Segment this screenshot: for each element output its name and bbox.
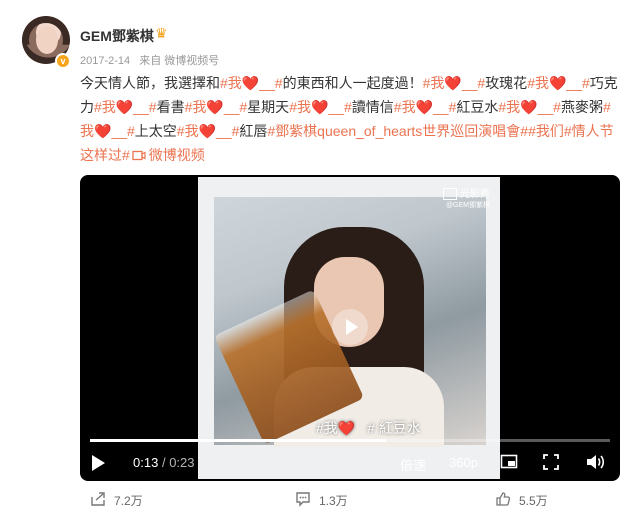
center-play-icon[interactable]: [332, 309, 368, 345]
progress-bar[interactable]: [90, 439, 610, 442]
brand-logo-icon: [443, 188, 457, 201]
like-count: 5.5万: [519, 494, 548, 508]
quality-button[interactable]: 360p: [449, 455, 478, 470]
hashtag-me-rose[interactable]: #我❤️__#: [423, 75, 486, 91]
video-link[interactable]: 微博视频: [130, 147, 205, 163]
username[interactable]: GEM鄧紫棋: [80, 26, 154, 46]
post-date[interactable]: 2017-2-14: [80, 55, 130, 67]
time-display: 0:13 / 0:23: [133, 455, 195, 470]
text-rose: 玫瑰花: [485, 75, 528, 91]
text-sunday: 星期天: [247, 99, 290, 115]
hashtag-me-lips[interactable]: #我❤️__#: [177, 123, 240, 139]
comment-count: 1.3万: [319, 494, 348, 508]
hashtag-me-oats[interactable]: #我❤️__#: [498, 99, 561, 115]
text-redbean: 紅豆水: [456, 99, 499, 115]
hashtag-tour[interactable]: #鄧紫棋queen_of_hearts世界巡回演唱會#: [267, 123, 528, 139]
hashtag-me-book[interactable]: #我❤️__#: [94, 99, 157, 115]
video-player[interactable]: 光影秀 @GEM鄧紫棋 #我❤️ # 紅豆水 0:13 / 0:23 倍速 36…: [80, 175, 620, 481]
text-space: 上太空: [134, 123, 177, 139]
post-meta: 2017-2-14 来自 微博视频号: [80, 52, 225, 68]
text-book: 看書: [156, 99, 185, 115]
brand-handle: @GEM鄧紫棋: [445, 202, 490, 210]
text-oats: 燕麥粥: [560, 99, 603, 115]
video-controls: 0:13 / 0:23 倍速 360p: [80, 447, 620, 481]
progress-fill: [90, 439, 387, 442]
video-caption: #我❤️ # 紅豆水: [316, 420, 421, 436]
crown-icon: ♛: [155, 25, 168, 41]
post-source[interactable]: 来自 微博视频号: [139, 55, 219, 67]
repost-icon: [91, 492, 105, 506]
play-icon[interactable]: [92, 455, 105, 471]
time-separator: /: [161, 455, 166, 470]
speed-button[interactable]: 倍速: [400, 455, 426, 474]
hashtag-me-blank[interactable]: #我❤️__#: [220, 75, 283, 91]
post-actions: 7.2万 1.3万 5.5万: [0, 489, 639, 511]
volume-icon[interactable]: [585, 453, 605, 471]
video-watermark: 光影秀 @GEM鄧紫棋: [443, 185, 490, 210]
repost-count: 7.2万: [114, 494, 143, 508]
text-letter: 讀情信: [351, 99, 394, 115]
duration: 0:23: [169, 455, 195, 470]
post-text: 今天情人節，我選擇和#我❤️__#的東西和人一起度過！#我❤️__#玫瑰花#我❤…: [80, 71, 620, 167]
text-intro: 今天情人節，我選擇和: [80, 75, 220, 91]
pip-icon[interactable]: [500, 453, 518, 471]
text-things: 的東西和人一起度過！: [282, 75, 423, 91]
hashtag-me-letter[interactable]: #我❤️__#: [289, 99, 352, 115]
verified-badge-icon: v: [55, 53, 71, 69]
like-icon: [496, 492, 511, 506]
hashtag-me-sunday[interactable]: #我❤️__#: [185, 99, 248, 115]
fullscreen-icon[interactable]: [542, 453, 560, 471]
current-time: 0:13: [133, 455, 159, 470]
brand-name: 光影秀: [460, 189, 490, 200]
hashtag-me-chocolate[interactable]: #我❤️__#: [527, 75, 590, 91]
text-lips: 紅唇: [239, 123, 268, 139]
video-link-icon: [132, 150, 146, 161]
comment-icon: [296, 492, 310, 507]
hashtag-me-redbean[interactable]: #我❤️__#: [394, 99, 457, 115]
